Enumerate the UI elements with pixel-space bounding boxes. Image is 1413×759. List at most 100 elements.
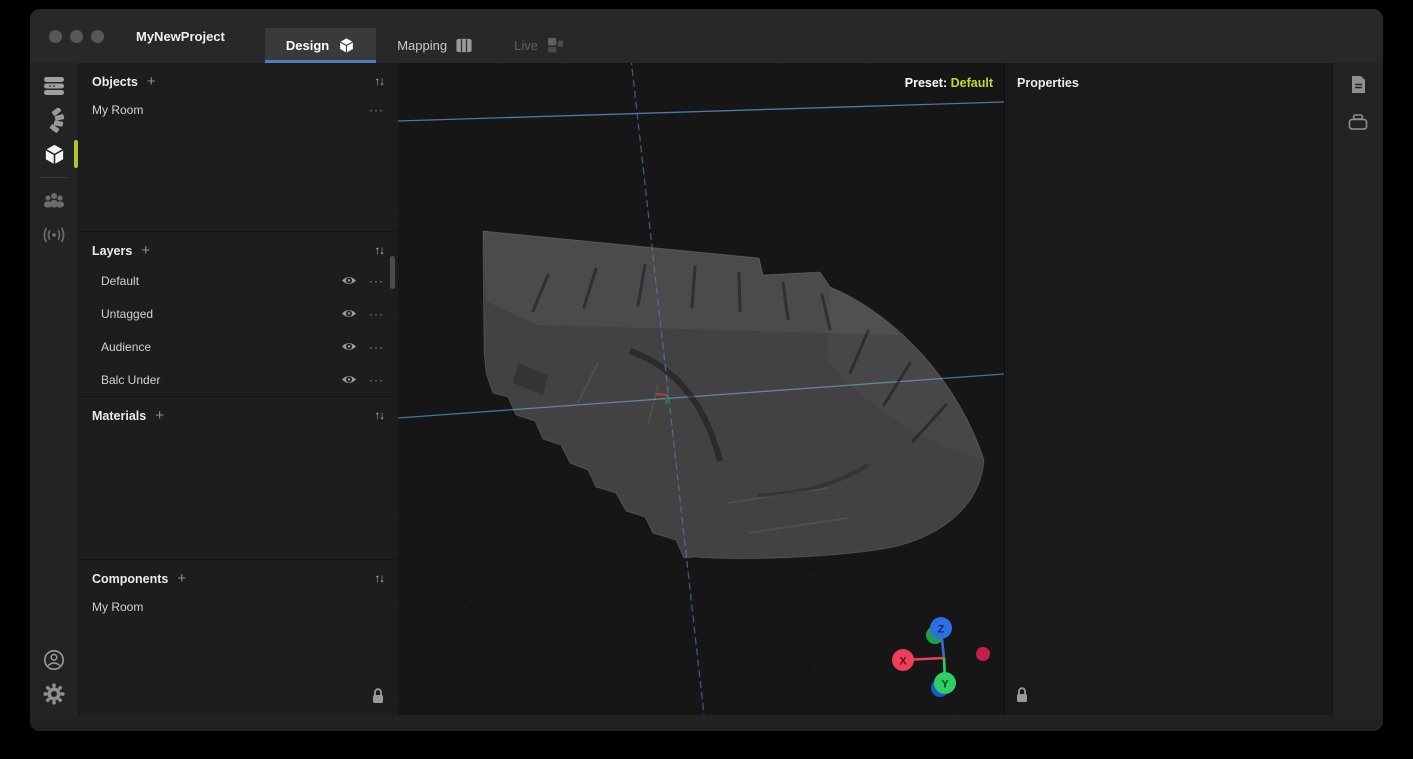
left-toolbar <box>30 63 78 715</box>
scene-panel-lock-button[interactable] <box>371 687 385 709</box>
layer-visibility-toggle[interactable] <box>341 308 357 319</box>
traffic-lights <box>30 9 104 63</box>
preset-indicator[interactable]: Preset: Default <box>905 76 993 90</box>
map-icon <box>456 38 472 53</box>
tab-design-label: Design <box>286 38 329 53</box>
properties-panel: Properties <box>1004 63 1332 715</box>
layer-list-item[interactable]: Balc Under ··· <box>79 363 398 396</box>
zoom-window-button[interactable] <box>91 30 104 43</box>
add-layer-button[interactable]: + <box>141 246 150 256</box>
live-panels-icon <box>547 38 564 53</box>
object-menu-button[interactable]: ··· <box>369 103 384 117</box>
toolbar-audience-button[interactable] <box>30 184 78 218</box>
eye-icon <box>341 374 357 385</box>
add-component-button[interactable]: + <box>177 574 186 584</box>
toolbar-speaker-array-button[interactable] <box>30 103 78 137</box>
drawer-icon <box>1348 114 1368 130</box>
sort-layers-button[interactable]: ↑↓ <box>375 245 385 257</box>
gear-icon <box>43 683 65 705</box>
add-material-button[interactable]: + <box>155 411 164 421</box>
orientation-gizmo[interactable]: Z X Y <box>892 617 990 697</box>
toolbar-broadcast-button[interactable] <box>30 218 78 252</box>
layer-visibility-toggle[interactable] <box>341 374 357 385</box>
toolbar-divider <box>39 177 69 178</box>
right-toolbar <box>1332 63 1383 715</box>
sort-materials-button[interactable]: ↑↓ <box>375 410 385 422</box>
layer-menu-button[interactable]: ··· <box>369 274 384 288</box>
objects-section-title: Objects <box>92 75 138 89</box>
layers-section: Layers + ↑↓ Default ··· Untagged ··· Aud… <box>79 232 398 397</box>
tab-mapping-label: Mapping <box>397 38 447 53</box>
layer-visibility-toggle[interactable] <box>341 275 357 286</box>
lock-icon <box>371 687 385 704</box>
layer-list-item[interactable]: Audience ··· <box>79 330 398 363</box>
person-circle-icon <box>43 649 65 671</box>
document-icon <box>1350 75 1367 94</box>
components-section: Components + ↑↓ My Room <box>79 560 398 715</box>
cube-icon <box>338 37 355 54</box>
sort-objects-button[interactable]: ↑↓ <box>375 76 385 88</box>
gizmo-z-label: Z <box>938 624 945 636</box>
tab-design[interactable]: Design <box>265 28 376 63</box>
project-title: MyNewProject <box>136 29 225 44</box>
main-content: Objects + ↑↓ My Room ··· Layers + ↑↓ Def… <box>30 63 1383 715</box>
layer-name: Default <box>101 274 341 288</box>
archive-button[interactable] <box>1348 114 1368 135</box>
layer-menu-button[interactable]: ··· <box>369 373 384 387</box>
materials-section-title: Materials <box>92 409 146 423</box>
app-window: MyNewProject Design Mapping Live <box>30 9 1383 731</box>
layer-name: Audience <box>101 340 341 354</box>
notes-button[interactable] <box>1350 75 1367 99</box>
object-name: My Room <box>92 103 369 117</box>
object-list-item[interactable]: My Room ··· <box>79 95 398 125</box>
lock-icon <box>1015 686 1029 703</box>
component-name: My Room <box>92 600 384 614</box>
viewport-3d[interactable]: Z X Y Preset: Default <box>398 63 1004 715</box>
speaker-array-icon <box>43 108 65 133</box>
stack-icon <box>43 76 65 96</box>
layers-scrollbar[interactable] <box>390 256 395 289</box>
settings-button[interactable] <box>30 677 78 711</box>
components-section-title: Components <box>92 572 168 586</box>
signal-icon <box>42 226 66 244</box>
layer-list-item[interactable]: Untagged ··· <box>79 297 398 330</box>
title-bar: MyNewProject Design Mapping Live <box>30 9 1383 63</box>
layer-list-item[interactable]: Default ··· <box>79 264 398 297</box>
toolbar-3d-objects-button[interactable] <box>30 137 78 171</box>
component-list-item[interactable]: My Room <box>79 592 398 622</box>
properties-panel-title: Properties <box>1005 63 1332 103</box>
eye-icon <box>341 341 357 352</box>
tab-live-label: Live <box>514 38 538 53</box>
layer-menu-button[interactable]: ··· <box>369 307 384 321</box>
objects-section: Objects + ↑↓ My Room ··· <box>79 63 398 232</box>
close-window-button[interactable] <box>49 30 62 43</box>
layer-visibility-toggle[interactable] <box>341 341 357 352</box>
cube-icon <box>43 143 66 166</box>
scene-panel: Objects + ↑↓ My Room ··· Layers + ↑↓ Def… <box>78 63 398 715</box>
room-model[interactable] <box>483 231 984 559</box>
sort-components-button[interactable]: ↑↓ <box>375 573 385 585</box>
eye-icon <box>341 308 357 319</box>
layers-section-title: Layers <box>92 244 132 258</box>
layer-name: Balc Under <box>101 373 341 387</box>
gizmo-y-label: Y <box>941 679 949 691</box>
materials-section: Materials + ↑↓ <box>79 397 398 560</box>
toolbar-venues-button[interactable] <box>30 69 78 103</box>
gizmo-neg-x-ball[interactable] <box>976 647 990 661</box>
account-button[interactable] <box>30 643 78 677</box>
people-icon <box>42 192 66 210</box>
preset-value: Default <box>951 76 993 90</box>
viewport-3d-scene[interactable]: Z X Y <box>398 63 1004 715</box>
tab-mapping[interactable]: Mapping <box>376 28 493 63</box>
window-bottom-edge <box>30 715 1383 731</box>
minimize-window-button[interactable] <box>70 30 83 43</box>
eye-icon <box>341 275 357 286</box>
layer-name: Untagged <box>101 307 341 321</box>
add-object-button[interactable]: + <box>147 77 156 87</box>
mode-tabs: Design Mapping Live <box>265 9 585 63</box>
preset-label: Preset: <box>905 76 947 90</box>
gizmo-x-label: X <box>899 656 907 668</box>
properties-panel-lock-button[interactable] <box>1015 686 1029 708</box>
tab-live[interactable]: Live <box>493 28 585 63</box>
layer-menu-button[interactable]: ··· <box>369 340 384 354</box>
